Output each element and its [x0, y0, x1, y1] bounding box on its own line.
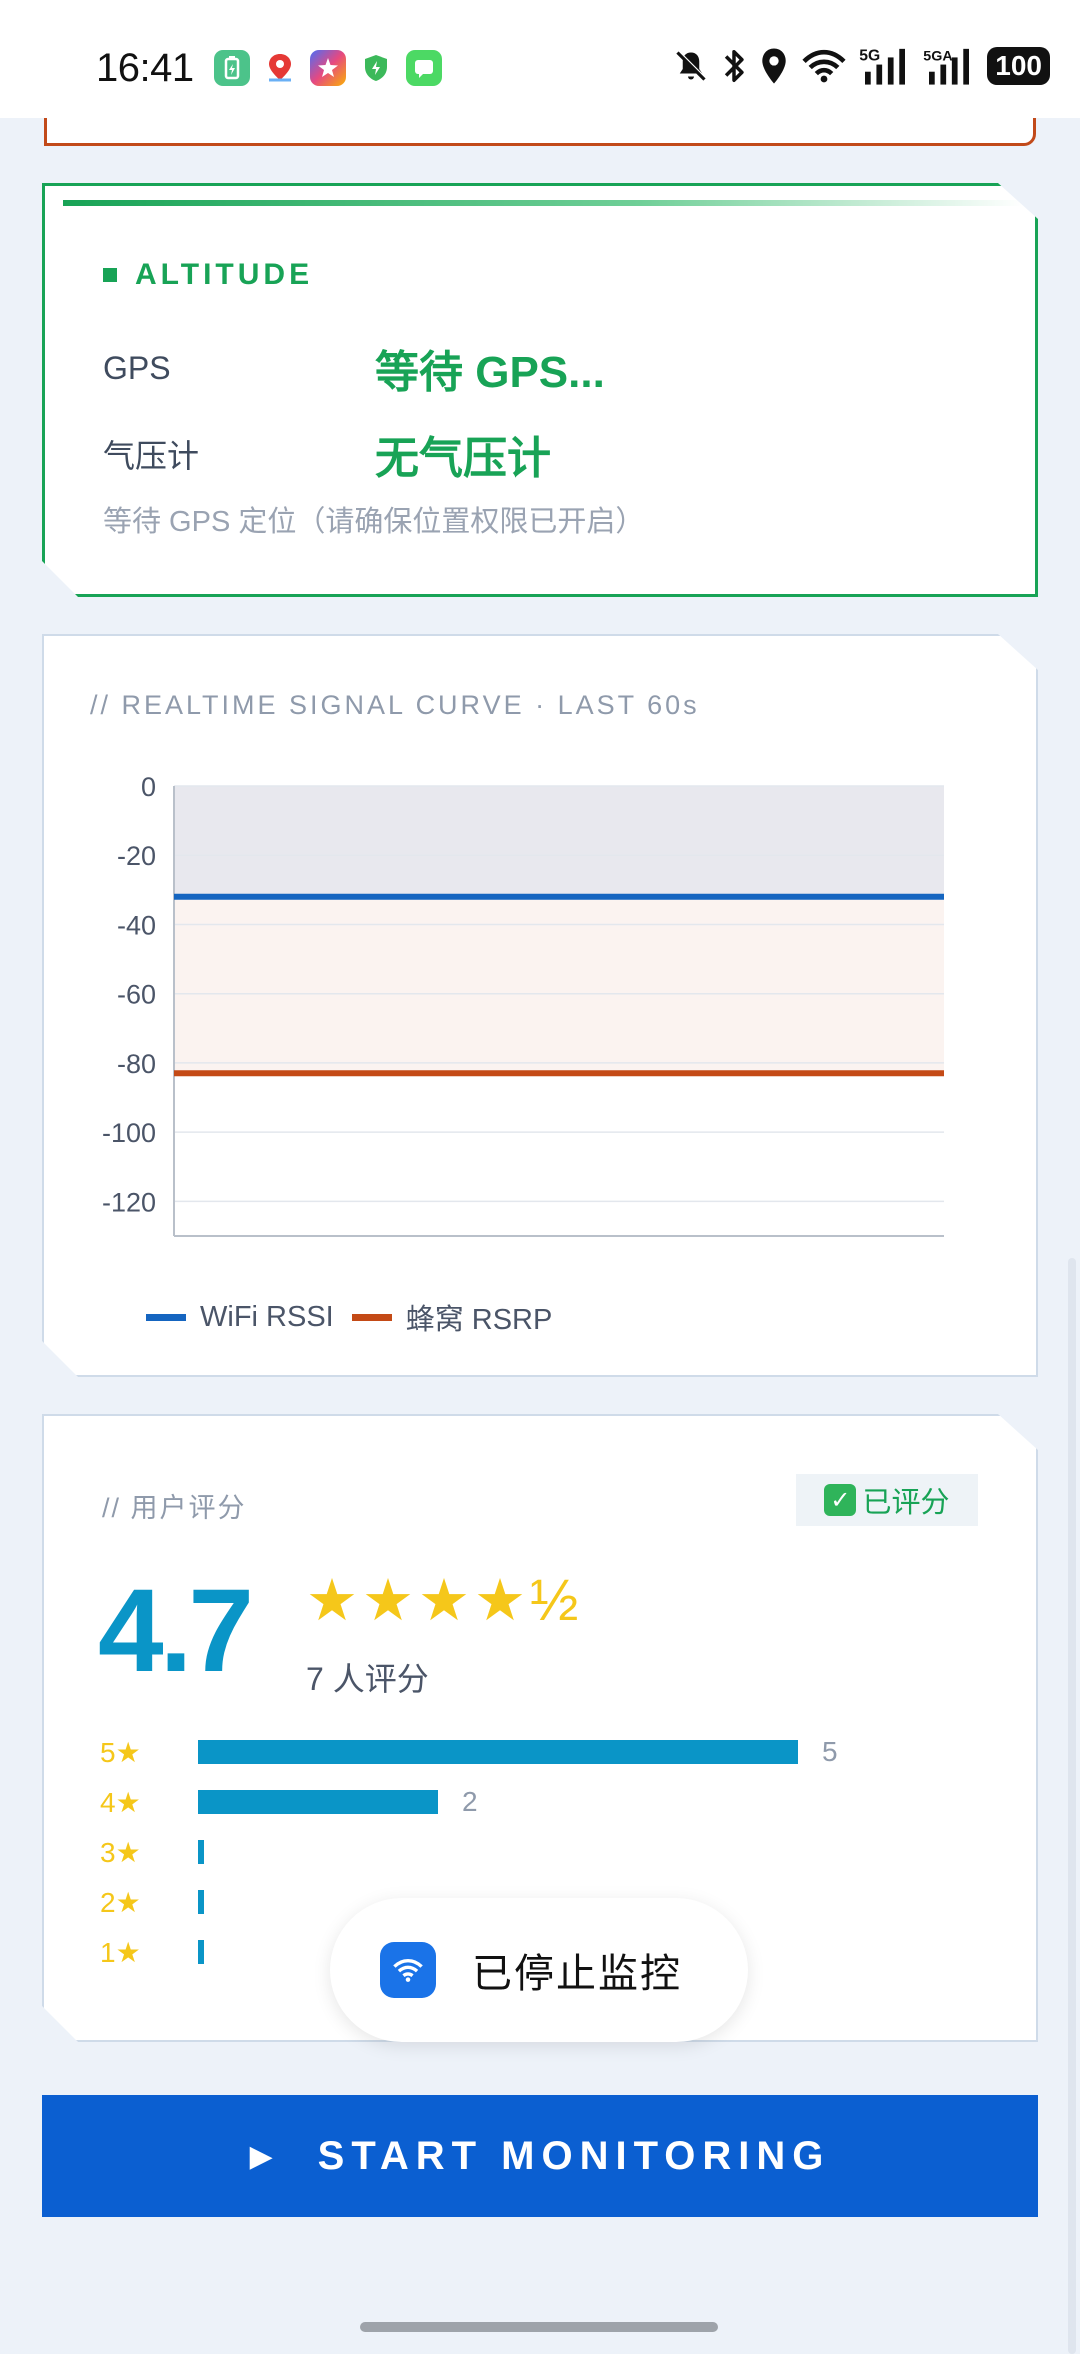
rating-row-count: 2	[462, 1786, 478, 1817]
rating-row-label: 4★	[100, 1786, 141, 1818]
home-indicator[interactable]	[360, 2322, 718, 2332]
gallery-app-icon	[310, 50, 346, 86]
chart-title: // REALTIME SIGNAL CURVE · LAST 60s	[90, 690, 700, 720]
signal-5ga-icon: 5GA	[924, 48, 970, 85]
signal-5g-icon: 5G	[860, 47, 906, 85]
rating-row-bar	[198, 1790, 438, 1814]
start-monitoring-button[interactable]: ▶ START MONITORING	[42, 2095, 1038, 2217]
rating-row-2: 2★	[100, 1882, 228, 1922]
altitude-accent-line	[63, 200, 1023, 206]
messages-app-icon	[406, 50, 442, 86]
rating-row-count: 5	[822, 1736, 838, 1767]
rating-row-bar	[198, 1740, 798, 1764]
security-app-icon	[358, 50, 394, 86]
toast-message: 已停止监控	[472, 1952, 682, 1996]
legend-label-cellular: 蜂窝 RSRP	[405, 1304, 553, 1336]
barometer-label: 气压计	[103, 438, 200, 474]
wifi-icon	[802, 49, 846, 83]
gps-hint: 等待 GPS 定位（请确保位置权限已开启）	[103, 506, 645, 538]
status-icons: 5G 5GA 100	[673, 46, 1050, 86]
square-bullet-icon	[103, 268, 117, 282]
rating-row-bar	[198, 1840, 204, 1864]
bell-off-icon	[676, 50, 707, 81]
altitude-card: ALTITUDE GPS 等待 GPS... 气压计 无气压计 等待 GPS 定…	[42, 183, 1038, 597]
rated-badge: ✓ 已评分	[796, 1474, 978, 1526]
legend-item-wifi: WiFi RSSI	[146, 1301, 334, 1334]
legend-swatch-wifi	[146, 1313, 186, 1321]
battery-icon: 100	[987, 47, 1050, 85]
play-icon: ▶	[249, 2139, 280, 2173]
gps-row: GPS 等待 GPS...	[103, 336, 605, 400]
chart-legend: WiFi RSSI 蜂窝 RSRP	[146, 1296, 570, 1338]
rating-row-label: 2★	[100, 1886, 141, 1918]
toast: 已停止监控	[330, 1898, 748, 2042]
star-rating: ★★★★½	[306, 1568, 583, 1633]
average-score: 4.7	[98, 1565, 254, 1697]
rating-row-4: 4★ 2	[100, 1782, 478, 1822]
rating-row-label: 1★	[100, 1936, 141, 1968]
status-bar: 16:41 5G 5GA 100	[0, 0, 1080, 118]
notification-app-icons	[214, 50, 442, 86]
rating-row-5: 5★ 5	[100, 1732, 838, 1772]
svg-text:5GA: 5GA	[924, 48, 953, 64]
altitude-heading: ALTITUDE	[103, 258, 313, 292]
signal-chart-card	[42, 634, 1038, 1377]
maps-app-icon	[262, 50, 298, 86]
wifi-app-icon	[380, 1942, 436, 1998]
location-icon	[762, 48, 786, 84]
altitude-title: ALTITUDE	[135, 258, 314, 291]
legend-swatch-cellular	[351, 1313, 392, 1321]
rating-row-bar	[198, 1940, 204, 1964]
gps-label: GPS	[103, 349, 171, 386]
battery-app-icon	[214, 50, 250, 86]
rated-badge-label: 已评分	[862, 1487, 950, 1519]
rating-count: 7 人评分	[306, 1661, 429, 1697]
svg-text:5G: 5G	[860, 47, 881, 64]
rating-row-1: 1★	[100, 1932, 228, 1972]
barometer-value: 无气压计	[375, 434, 551, 483]
start-monitoring-label: START MONITORING	[317, 2133, 831, 2178]
legend-item-cellular: 蜂窝 RSRP	[351, 1296, 553, 1338]
legend-label-wifi: WiFi RSSI	[200, 1300, 334, 1333]
rating-row-bar	[198, 1890, 204, 1914]
bluetooth-icon	[725, 50, 744, 82]
clock: 16:41	[96, 46, 194, 90]
gps-value: 等待 GPS...	[375, 348, 605, 397]
rating-title: // 用户评分	[102, 1493, 247, 1523]
check-icon: ✓	[824, 1484, 857, 1516]
rating-row-label: 5★	[100, 1736, 141, 1768]
rating-row-3: 3★	[100, 1832, 228, 1872]
rating-row-label: 3★	[100, 1836, 141, 1868]
scrollbar[interactable]	[1068, 1258, 1076, 2354]
barometer-row: 气压计 无气压计	[103, 422, 551, 486]
